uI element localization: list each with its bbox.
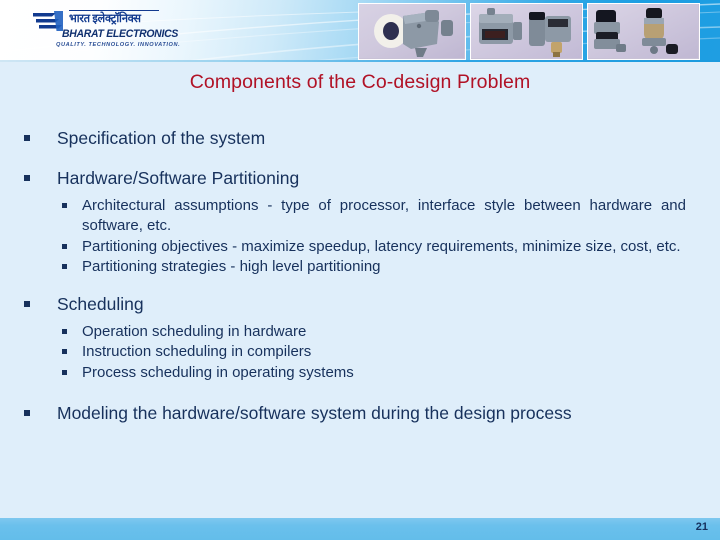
bullet-level2-instruction-scheduling: Instruction scheduling in compilers bbox=[0, 342, 720, 362]
bullet-square-icon bbox=[24, 300, 30, 307]
bullet-text: Architectural assumptions - type of proc… bbox=[82, 197, 686, 235]
bullet-text: Instruction scheduling in compilers bbox=[82, 343, 312, 361]
bullet-level2-operation-scheduling: Operation scheduling in hardware bbox=[0, 322, 720, 342]
bullet-square-icon bbox=[62, 203, 67, 208]
bullet-level1-scheduling: Scheduling bbox=[0, 292, 720, 317]
product-photo-3 bbox=[587, 3, 700, 60]
bullet-level1-partitioning: Hardware/Software Partitioning bbox=[0, 166, 720, 191]
logo-tagline: QUALITY. TECHNOLOGY. INNOVATION. bbox=[56, 42, 181, 48]
sublist-scheduling: Operation scheduling in hardware Instruc… bbox=[0, 322, 720, 383]
bullet-level1-specification: Specification of the system bbox=[0, 126, 720, 151]
bullet-level2-partitioning-strategies: Partitioning strategies - high level par… bbox=[0, 257, 720, 277]
product-photo-1 bbox=[358, 3, 466, 60]
bullet-square-icon bbox=[24, 174, 30, 181]
bullet-level2-process-scheduling: Process scheduling in operating systems bbox=[0, 363, 720, 383]
bullet-square-icon bbox=[62, 243, 67, 249]
bullet-level1-modeling: Modeling the hardware/software system du… bbox=[0, 401, 720, 426]
page-title: Components of the Co-design Problem bbox=[189, 71, 531, 93]
header-product-photo-strip bbox=[358, 3, 700, 60]
bharat-electronics-logo: भारत इलेक्ट्रॉनिक्स BHARAT ELECTRONICS Q… bbox=[32, 8, 202, 54]
bel-emblem-icon bbox=[33, 11, 63, 31]
page-number: 21 bbox=[695, 521, 708, 533]
bullet-text: Process scheduling in operating systems bbox=[82, 363, 354, 381]
bullet-level2-partitioning-objectives: Partitioning objectives - maximize speed… bbox=[0, 237, 720, 257]
bullet-square-icon bbox=[62, 349, 67, 355]
bullet-square-icon bbox=[62, 329, 67, 335]
bullet-square-icon bbox=[24, 135, 30, 141]
product-photo-2 bbox=[470, 3, 583, 60]
slide-header-banner: भारत इलेक्ट्रॉनिक्स BHARAT ELECTRONICS Q… bbox=[0, 0, 720, 62]
bullet-text: Modeling the hardware/software system du… bbox=[57, 403, 572, 424]
bullet-level2-architectural-assumptions: Architectural assumptions - type of proc… bbox=[0, 196, 720, 237]
logo-company-name: BHARAT ELECTRONICS bbox=[62, 28, 179, 40]
bullet-text: Partitioning strategies - high level par… bbox=[82, 258, 381, 276]
slide: भारत इलेक्ट्रॉनिक्स BHARAT ELECTRONICS Q… bbox=[0, 0, 720, 540]
bullet-text: Specification of the system bbox=[57, 128, 266, 148]
bullet-square-icon bbox=[62, 264, 67, 270]
bullet-text: Scheduling bbox=[57, 293, 144, 314]
logo-hindi-text: भारत इलेक्ट्रॉनिक्स bbox=[69, 13, 141, 25]
slide-footer-bar: 21 bbox=[0, 518, 720, 540]
bullet-text: Partitioning objectives - maximize speed… bbox=[82, 237, 681, 255]
sublist-partitioning: Architectural assumptions - type of proc… bbox=[0, 196, 720, 278]
bullet-square-icon bbox=[62, 369, 67, 375]
bullet-text: Operation scheduling in hardware bbox=[82, 323, 307, 341]
slide-body-content: Specification of the system Hardware/Sof… bbox=[0, 126, 720, 432]
header-divider bbox=[0, 60, 720, 62]
bullet-square-icon bbox=[24, 410, 30, 417]
bullet-text: Hardware/Software Partitioning bbox=[57, 167, 300, 188]
